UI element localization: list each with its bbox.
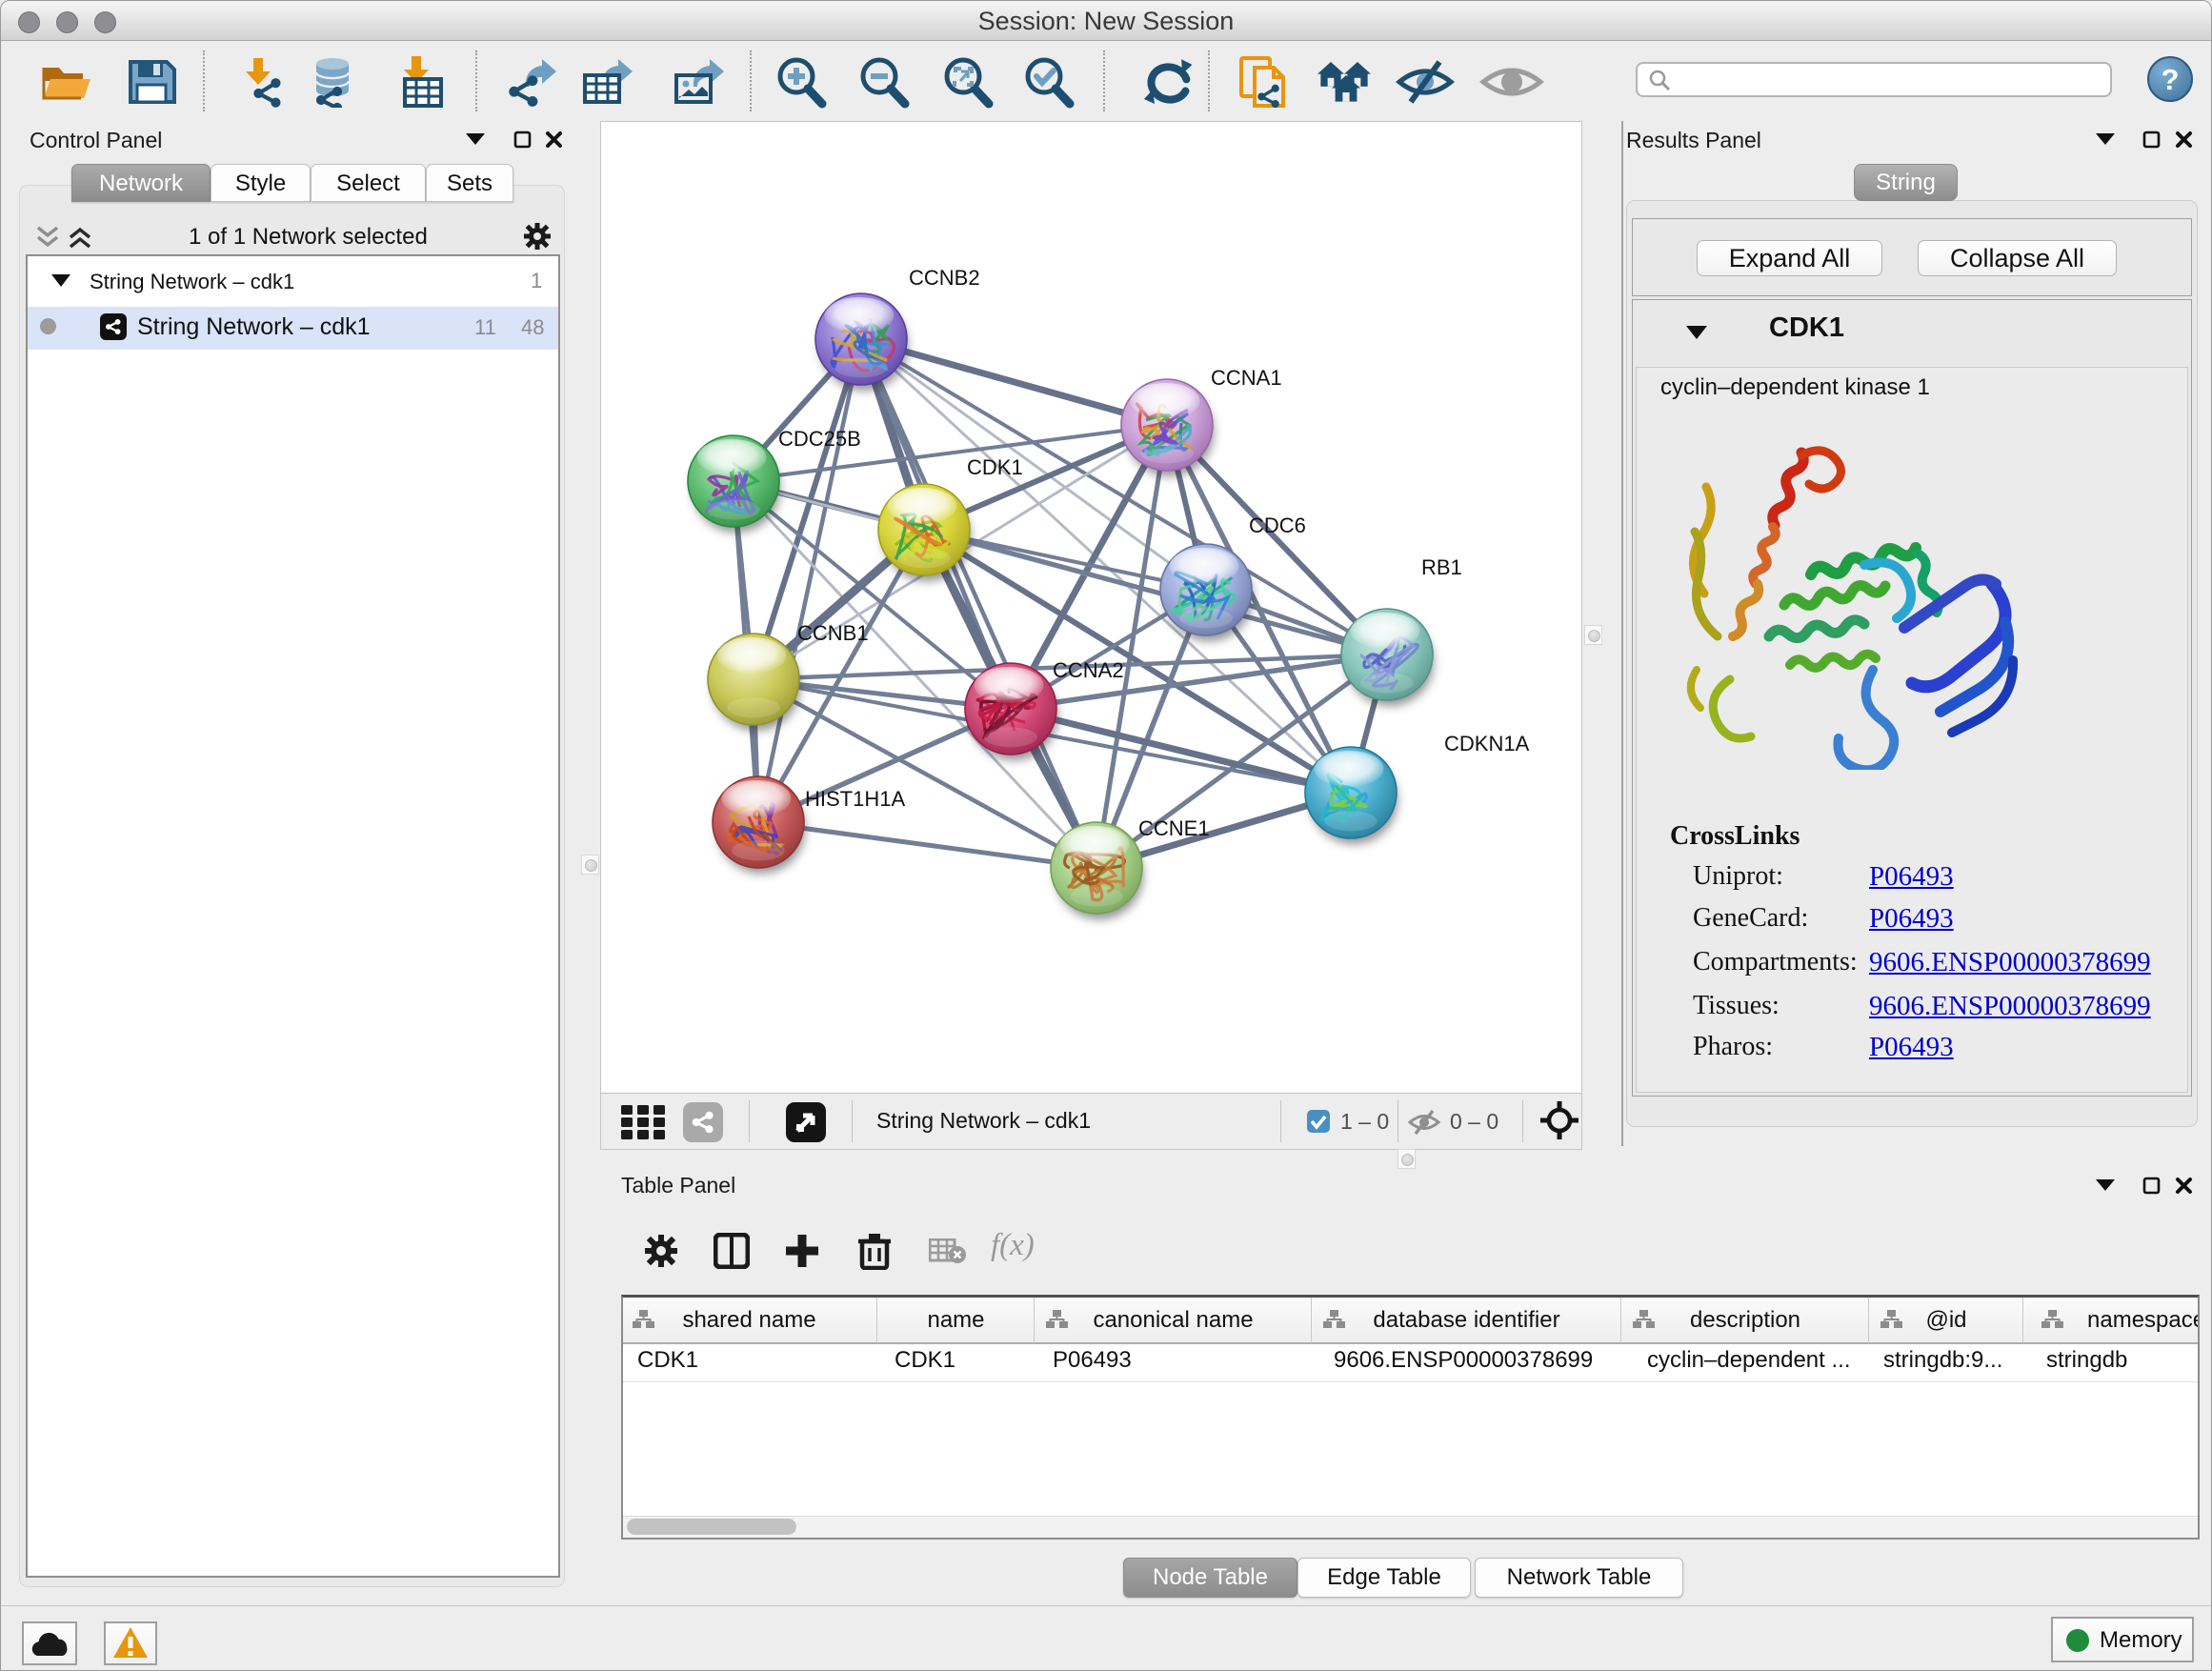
svg-text:CCNB2: CCNB2 bbox=[909, 266, 980, 290]
svg-text:RB1: RB1 bbox=[1421, 555, 1462, 579]
svg-text:CDC6: CDC6 bbox=[1249, 513, 1306, 537]
svg-text:HIST1H1A: HIST1H1A bbox=[805, 787, 905, 811]
svg-text:CDK1: CDK1 bbox=[967, 455, 1023, 479]
svg-text:CCNA2: CCNA2 bbox=[1053, 658, 1124, 682]
svg-text:CCNA1: CCNA1 bbox=[1211, 366, 1282, 390]
svg-text:CCNB1: CCNB1 bbox=[797, 621, 869, 645]
svg-text:CCNE1: CCNE1 bbox=[1138, 816, 1210, 840]
svg-text:CDC25B: CDC25B bbox=[778, 427, 861, 451]
svg-text:CDKN1A: CDKN1A bbox=[1444, 732, 1530, 755]
